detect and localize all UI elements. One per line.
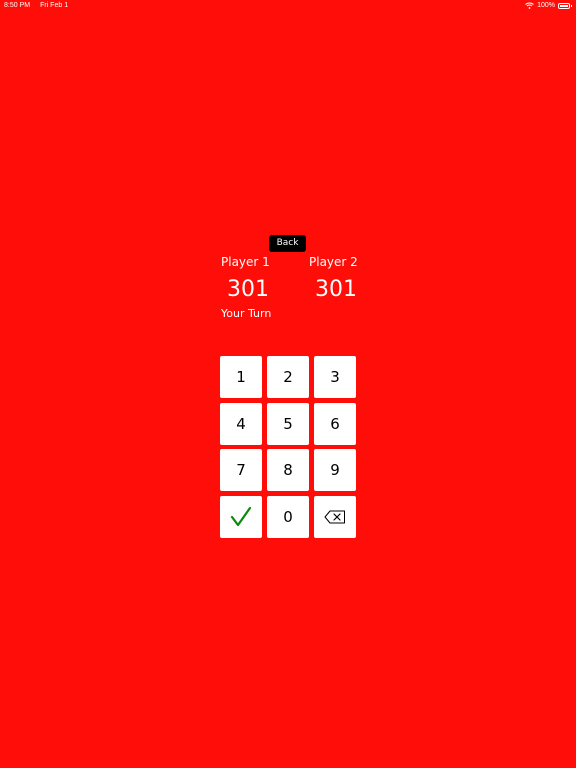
status-time: 8:50 PM <box>4 2 31 9</box>
wifi-icon <box>525 2 534 9</box>
player-2-score: 301 <box>315 277 357 302</box>
status-right: 100% <box>525 2 572 9</box>
key-6[interactable]: 6 <box>314 403 356 445</box>
key-2[interactable]: 2 <box>267 356 309 398</box>
checkmark-icon <box>230 506 252 527</box>
confirm-button[interactable] <box>220 496 262 538</box>
status-left: 8:50 PM Fri Feb 1 <box>4 2 68 9</box>
status-date: Fri Feb 1 <box>40 2 69 9</box>
key-4[interactable]: 4 <box>220 403 262 445</box>
backspace-icon <box>324 510 345 524</box>
status-bar: 8:50 PM Fri Feb 1 100% <box>0 0 576 12</box>
player-1-score: 301 <box>227 277 269 302</box>
key-5[interactable]: 5 <box>267 403 309 445</box>
back-button[interactable]: Back <box>269 235 306 252</box>
key-9[interactable]: 9 <box>314 449 356 491</box>
battery-percent: 100% <box>537 2 555 9</box>
key-3[interactable]: 3 <box>314 356 356 398</box>
key-8[interactable]: 8 <box>267 449 309 491</box>
player-2-name: Player 2 <box>309 255 358 269</box>
battery-icon <box>558 2 572 9</box>
key-1[interactable]: 1 <box>220 356 262 398</box>
turn-indicator: Your Turn <box>221 307 272 320</box>
number-keypad: 1 2 3 4 5 6 7 8 9 0 <box>220 356 356 538</box>
backspace-button[interactable] <box>314 496 356 538</box>
key-0[interactable]: 0 <box>267 496 309 538</box>
key-7[interactable]: 7 <box>220 449 262 491</box>
player-1-name: Player 1 <box>221 255 270 269</box>
